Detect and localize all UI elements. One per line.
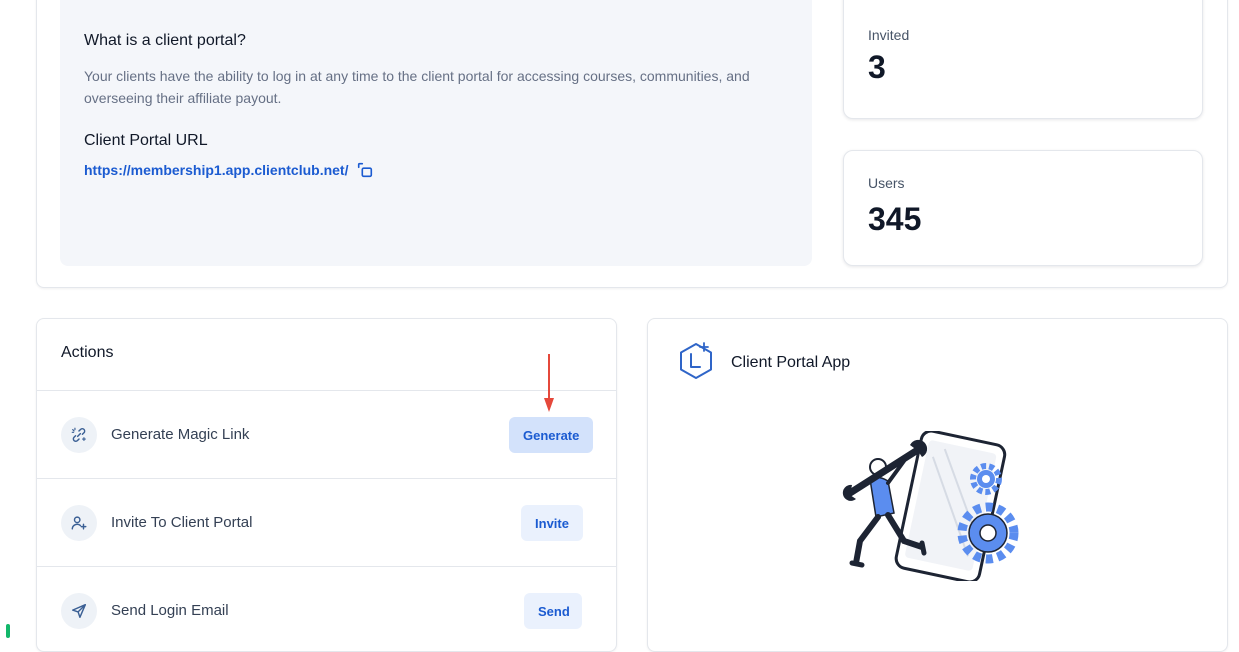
invited-label: Invited <box>868 27 910 43</box>
client-portal-app-card: Client Portal App <box>647 318 1228 652</box>
client-portal-url-link[interactable]: https://membership1.app.clientclub.net/ <box>84 162 348 178</box>
actions-header: Actions <box>37 319 616 391</box>
client-portal-url-row: https://membership1.app.clientclub.net/ <box>84 161 374 179</box>
users-count: 345 <box>868 201 922 237</box>
action-label: Generate Magic Link <box>111 426 250 443</box>
send-button[interactable]: Send <box>524 593 582 629</box>
invited-stat-card: Invited 3 <box>843 0 1203 119</box>
action-row-invite-to-client-portal: Invite To Client Portal Invite <box>37 479 616 567</box>
actions-title: Actions <box>61 344 114 361</box>
mechanic-phone-gears-illustration <box>842 431 1019 581</box>
info-title: What is a client portal? <box>84 32 246 49</box>
copy-icon[interactable] <box>356 161 374 179</box>
invited-count: 3 <box>868 49 886 85</box>
magic-link-icon <box>61 417 97 453</box>
users-stat-card: Users 345 <box>843 150 1203 266</box>
hexagon-logo-icon <box>680 342 712 379</box>
send-icon <box>61 593 97 629</box>
user-plus-icon <box>61 505 97 541</box>
app-title: Client Portal App <box>731 354 851 371</box>
invite-button[interactable]: Invite <box>521 505 583 541</box>
actions-card: Actions Generate Magic Link Generate Inv… <box>36 318 617 652</box>
action-label: Invite To Client Portal <box>111 514 253 531</box>
client-portal-url-label: Client Portal URL <box>84 132 208 149</box>
red-pointer-arrow-icon <box>544 354 554 412</box>
generate-button[interactable]: Generate <box>509 417 593 453</box>
action-row-send-login-email: Send Login Email Send <box>37 567 616 651</box>
edge-indicator <box>6 624 10 638</box>
info-description: Your clients have the ability to log in … <box>84 68 750 106</box>
action-row-generate-magic-link: Generate Magic Link Generate <box>37 391 616 479</box>
users-label: Users <box>868 175 905 191</box>
action-label: Send Login Email <box>111 602 229 619</box>
client-portal-info-panel: What is a client portal? Your clients ha… <box>60 0 812 266</box>
